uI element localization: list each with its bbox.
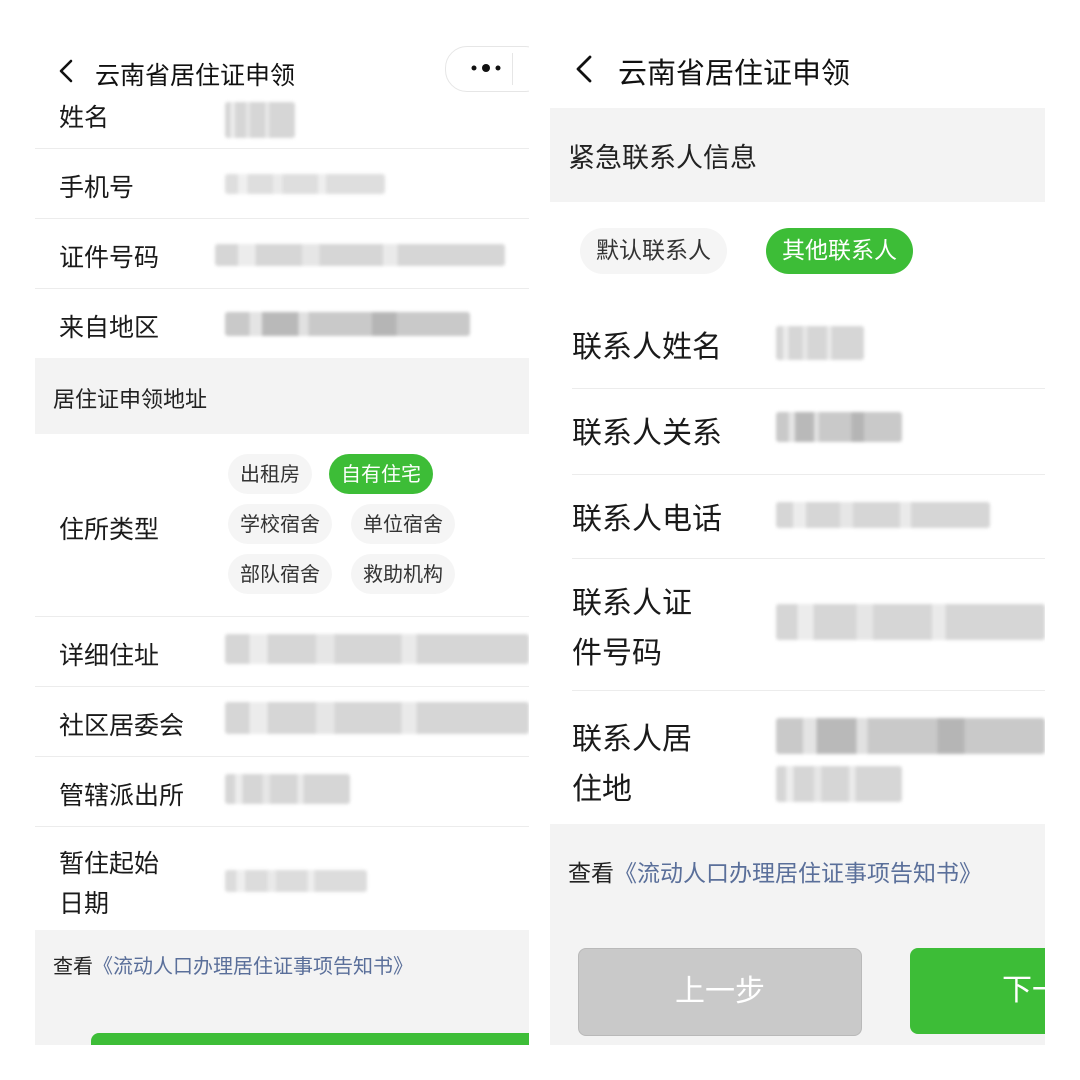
community-label: 社区居委会 [59, 711, 185, 740]
divider [572, 388, 1045, 389]
community-value-blurred [225, 702, 529, 734]
divider [35, 826, 529, 827]
divider [35, 288, 529, 289]
option-relief-agency[interactable]: 救助机构 [351, 554, 455, 594]
back-icon[interactable] [55, 58, 81, 84]
divider [35, 756, 529, 757]
more-icon[interactable] [466, 57, 506, 79]
next-step-button[interactable]: 下一步 [910, 948, 1045, 1034]
contact-phone-value-blurred [776, 502, 990, 528]
divider [572, 690, 1045, 691]
contact-relation-value-blurred [776, 412, 902, 442]
contact-address-value-blurred-line1 [776, 718, 1045, 754]
detail-address-label: 详细住址 [59, 641, 160, 670]
next-button-partial[interactable] [91, 1033, 529, 1045]
contact-address-label-line2: 住地 [572, 772, 632, 807]
police-station-value-blurred [225, 774, 350, 804]
option-work-dorm[interactable]: 单位宿舍 [351, 504, 455, 544]
start-date-label-line1: 暂住起始 [59, 849, 160, 878]
tab-other-contact[interactable]: 其他联系人 [766, 228, 913, 274]
residence-type-label: 住所类型 [59, 515, 160, 544]
notice-prefix: 查看 [568, 861, 614, 887]
contact-phone-label: 联系人电话 [572, 502, 722, 537]
notice-text: 查看《流动人口办理居住证事项告知书》 [568, 854, 982, 888]
notice-link[interactable]: 《流动人口办理居住证事项告知书》 [614, 861, 982, 887]
tab-default-contact[interactable]: 默认联系人 [580, 228, 727, 274]
start-date-value-blurred [225, 870, 367, 892]
contact-id-value-blurred [776, 604, 1045, 640]
phone-value-blurred [225, 174, 385, 194]
page-title: 云南省居住证申领 [618, 56, 851, 90]
prev-step-button[interactable]: 上一步 [578, 948, 862, 1036]
back-icon[interactable] [572, 54, 600, 84]
option-rental[interactable]: 出租房 [228, 454, 312, 494]
origin-region-value-blurred [225, 312, 470, 336]
emergency-contact-title: 紧急联系人信息 [568, 143, 757, 174]
notice-prefix: 查看 [53, 954, 93, 978]
divider [35, 616, 529, 617]
right-screen: 云南省居住证申领 紧急联系人信息 默认联系人 其他联系人 联系人姓名 联系人关系… [550, 38, 1045, 1045]
notice-link[interactable]: 《流动人口办理居住证事项告知书》 [93, 954, 413, 978]
notice-text: 查看《流动人口办理居住证事项告知书》 [53, 950, 413, 979]
emergency-contact-section: 紧急联系人信息 [550, 108, 1045, 202]
option-army-dorm[interactable]: 部队宿舍 [228, 554, 332, 594]
contact-relation-label: 联系人关系 [572, 416, 722, 451]
contact-name-label: 联系人姓名 [572, 330, 722, 365]
address-section-title: 居住证申领地址 [53, 388, 208, 413]
name-value-blurred [225, 102, 295, 138]
origin-region-label: 来自地区 [59, 313, 160, 342]
capsule-divider [512, 53, 513, 85]
contact-address-label-line1: 联系人居 [572, 722, 692, 757]
divider [35, 686, 529, 687]
contact-address-value-blurred-line2 [776, 766, 902, 802]
detail-address-value-blurred [225, 634, 529, 664]
address-section-header: 居住证申领地址 [35, 358, 529, 434]
contact-id-label-line2: 件号码 [572, 636, 662, 671]
phone-label: 手机号 [59, 173, 135, 202]
divider [35, 148, 529, 149]
capsule-menu[interactable] [445, 46, 529, 92]
name-label: 姓名 [59, 103, 110, 132]
page-title: 云南省居住证申领 [95, 61, 296, 90]
option-school-dorm[interactable]: 学校宿舍 [228, 504, 332, 544]
notice-area: 查看《流动人口办理居住证事项告知书》 [35, 930, 529, 1045]
id-number-value-blurred [215, 244, 505, 266]
divider [35, 218, 529, 219]
contact-name-value-blurred [776, 326, 864, 360]
contact-id-label-line1: 联系人证 [572, 586, 692, 621]
option-own-house[interactable]: 自有住宅 [329, 454, 433, 494]
notice-area: 查看《流动人口办理居住证事项告知书》 上一步 下一步 [550, 824, 1045, 1045]
divider [572, 558, 1045, 559]
next-step-label: 下一步 [1002, 973, 1045, 1008]
id-number-label: 证件号码 [59, 243, 160, 272]
left-screen: 云南省居住证申领 姓名 手机号 证件号码 来自地区 居住证申领地址 住所类型 出… [35, 38, 529, 1045]
divider [572, 474, 1045, 475]
start-date-label-line2: 日期 [59, 889, 110, 918]
police-station-label: 管辖派出所 [59, 781, 185, 810]
